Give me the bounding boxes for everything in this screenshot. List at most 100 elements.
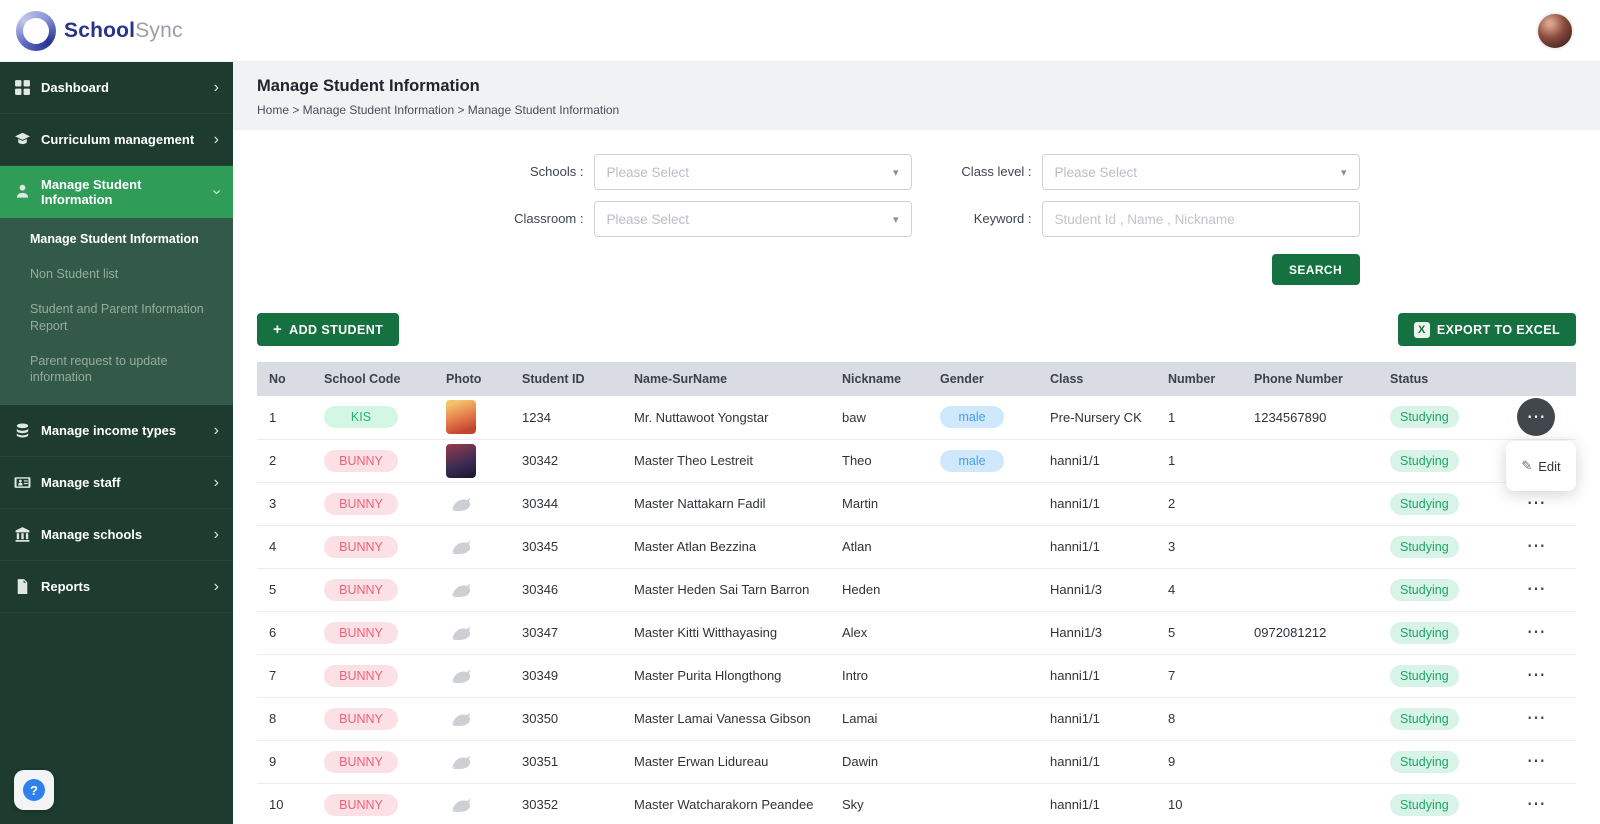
- export-excel-button[interactable]: X EXPORT TO EXCEL: [1397, 313, 1576, 346]
- sidebar-item-dashboard[interactable]: Dashboard ›: [0, 62, 233, 114]
- cell-number: 5: [1156, 611, 1242, 655]
- cell-actions: ⋯: [1496, 783, 1576, 824]
- row-actions-button[interactable]: ⋯: [1517, 743, 1555, 781]
- sidebar-item-reports[interactable]: Reports ›: [0, 561, 233, 614]
- cell-no: 8: [257, 697, 312, 741]
- sidebar: Dashboard › Curriculum management › Mana…: [0, 62, 233, 824]
- sidebar-item-manage-schools[interactable]: Manage schools ›: [0, 509, 233, 562]
- student-table-container: No School Code Photo Student ID Name-Sur…: [257, 362, 1576, 824]
- cell-phone: [1242, 568, 1378, 612]
- chevron-down-icon: ▾: [892, 213, 899, 226]
- cell-phone: [1242, 439, 1378, 483]
- add-student-label: ADD STUDENT: [289, 322, 384, 337]
- document-icon: [14, 578, 31, 595]
- help-button[interactable]: ?: [14, 770, 54, 810]
- cell-nickname: baw: [830, 396, 928, 440]
- main-content: Manage Student Information Home > Manage…: [233, 62, 1600, 824]
- user-avatar[interactable]: [1536, 11, 1574, 50]
- cell-no: 7: [257, 654, 312, 698]
- cell-school-code: BUNNY: [312, 439, 434, 483]
- gender-badge: male: [940, 449, 1004, 472]
- sidebar-item-income-types[interactable]: Manage income types ›: [0, 405, 233, 458]
- submenu-item-manage-student-information[interactable]: Manage Student Information: [0, 222, 233, 257]
- cell-name: Master Theo Lestreit: [622, 439, 830, 483]
- cell-class: Hanni1/3: [1038, 568, 1156, 612]
- cell-status: Studying: [1378, 482, 1496, 526]
- search-button[interactable]: SEARCH: [1271, 254, 1360, 285]
- cell-photo: [434, 654, 510, 698]
- cell-school-code: KIS: [312, 396, 434, 440]
- cell-student-id: 30347: [510, 611, 622, 655]
- cell-number: 1: [1156, 396, 1242, 440]
- cell-nickname: Atlan: [830, 525, 928, 569]
- cell-student-id: 30344: [510, 482, 622, 526]
- table-header-row: No School Code Photo Student ID Name-Sur…: [257, 362, 1576, 396]
- brand-name: SchoolSync: [64, 19, 183, 43]
- row-actions-button[interactable]: ⋯: [1517, 528, 1555, 566]
- submenu-item-student-parent-report[interactable]: Student and Parent Information Report: [0, 292, 233, 344]
- submenu-item-parent-request-update[interactable]: Parent request to update information: [0, 344, 233, 396]
- header-school-code: School Code: [312, 362, 434, 396]
- row-actions-button[interactable]: ⋯: [1517, 786, 1555, 824]
- cell-school-code: BUNNY: [312, 783, 434, 824]
- sidebar-item-manage-staff[interactable]: Manage staff ›: [0, 457, 233, 510]
- photo-placeholder-icon: [446, 575, 476, 605]
- gender-badge: male: [940, 406, 1004, 429]
- cell-photo: [434, 783, 510, 824]
- cell-no: 2: [257, 439, 312, 483]
- sidebar-submenu: Manage Student Information Non Student l…: [0, 218, 233, 406]
- table-row: 1 KIS 1234 Mr. Nuttawoot Yongstar baw male Pre…: [257, 396, 1576, 440]
- submenu-item-non-student-list[interactable]: Non Student list: [0, 257, 233, 292]
- edit-menu-item[interactable]: Edit: [1538, 459, 1560, 474]
- cell-name: Master Nattakarn Fadil: [622, 482, 830, 526]
- cell-photo: [434, 396, 510, 440]
- table-row: 10 BUNNY 30352 Master Watcharakorn Peandee S…: [257, 783, 1576, 824]
- brand-logo[interactable]: SchoolSync: [16, 10, 183, 51]
- header-class: Class: [1038, 362, 1156, 396]
- sidebar-item-label: Manage income types: [41, 423, 177, 439]
- cell-gender: male: [928, 439, 1038, 483]
- row-actions-button[interactable]: ⋯: [1517, 700, 1555, 738]
- curriculum-icon: [14, 131, 31, 148]
- cell-phone: [1242, 697, 1378, 741]
- cell-no: 1: [257, 396, 312, 440]
- row-actions-button[interactable]: ⋯: [1517, 398, 1555, 437]
- brand-name-light: Sync: [135, 18, 183, 42]
- cell-actions: ⋯: [1496, 740, 1576, 784]
- cell-gender: [928, 654, 1038, 698]
- table-row: 5 BUNNY 30346 Master Heden Sai Tarn Barron H…: [257, 568, 1576, 612]
- row-actions-button[interactable]: ⋯: [1517, 614, 1555, 652]
- keyword-label: Keyword :: [973, 211, 1032, 226]
- cell-photo: [434, 611, 510, 655]
- row-actions-button[interactable]: ⋯: [1517, 571, 1555, 609]
- keyword-input[interactable]: [1041, 201, 1360, 237]
- cell-nickname: Alex: [830, 611, 928, 655]
- row-actions-button[interactable]: ⋯: [1517, 657, 1555, 695]
- cell-school-code: BUNNY: [312, 654, 434, 698]
- sidebar-item-label: Reports: [41, 579, 91, 595]
- schools-select[interactable]: Please Select ▾: [593, 154, 912, 190]
- sidebar-item-curriculum[interactable]: Curriculum management ›: [0, 114, 233, 166]
- cell-no: 3: [257, 482, 312, 526]
- photo-placeholder-icon: [446, 747, 476, 777]
- cell-phone: [1242, 740, 1378, 784]
- student-table: No School Code Photo Student ID Name-Sur…: [257, 362, 1576, 824]
- school-code-badge: BUNNY: [324, 578, 398, 601]
- sidebar-item-label: Dashboard: [41, 80, 109, 95]
- class-level-select[interactable]: Please Select ▾: [1041, 154, 1360, 190]
- cell-photo: [434, 697, 510, 741]
- status-badge: Studying: [1390, 707, 1459, 730]
- table-toolbar: + ADD STUDENT X EXPORT TO EXCEL: [233, 313, 1600, 346]
- table-row: 7 BUNNY 30349 Master Purita Hlongthong Intro…: [257, 654, 1576, 698]
- status-badge: Studying: [1390, 621, 1459, 644]
- classroom-select[interactable]: Please Select ▾: [593, 201, 912, 237]
- logo-icon: [16, 10, 56, 51]
- table-row: 8 BUNNY 30350 Master Lamai Vanessa Gibson La…: [257, 697, 1576, 741]
- status-badge: Studying: [1390, 750, 1459, 773]
- cell-status: Studying: [1378, 611, 1496, 655]
- status-badge: Studying: [1390, 535, 1459, 558]
- classroom-label: Classroom :: [514, 211, 584, 226]
- add-student-button[interactable]: + ADD STUDENT: [257, 313, 400, 346]
- sidebar-item-manage-students[interactable]: Manage Student Information ›: [0, 166, 233, 218]
- header-actions: [1496, 362, 1576, 396]
